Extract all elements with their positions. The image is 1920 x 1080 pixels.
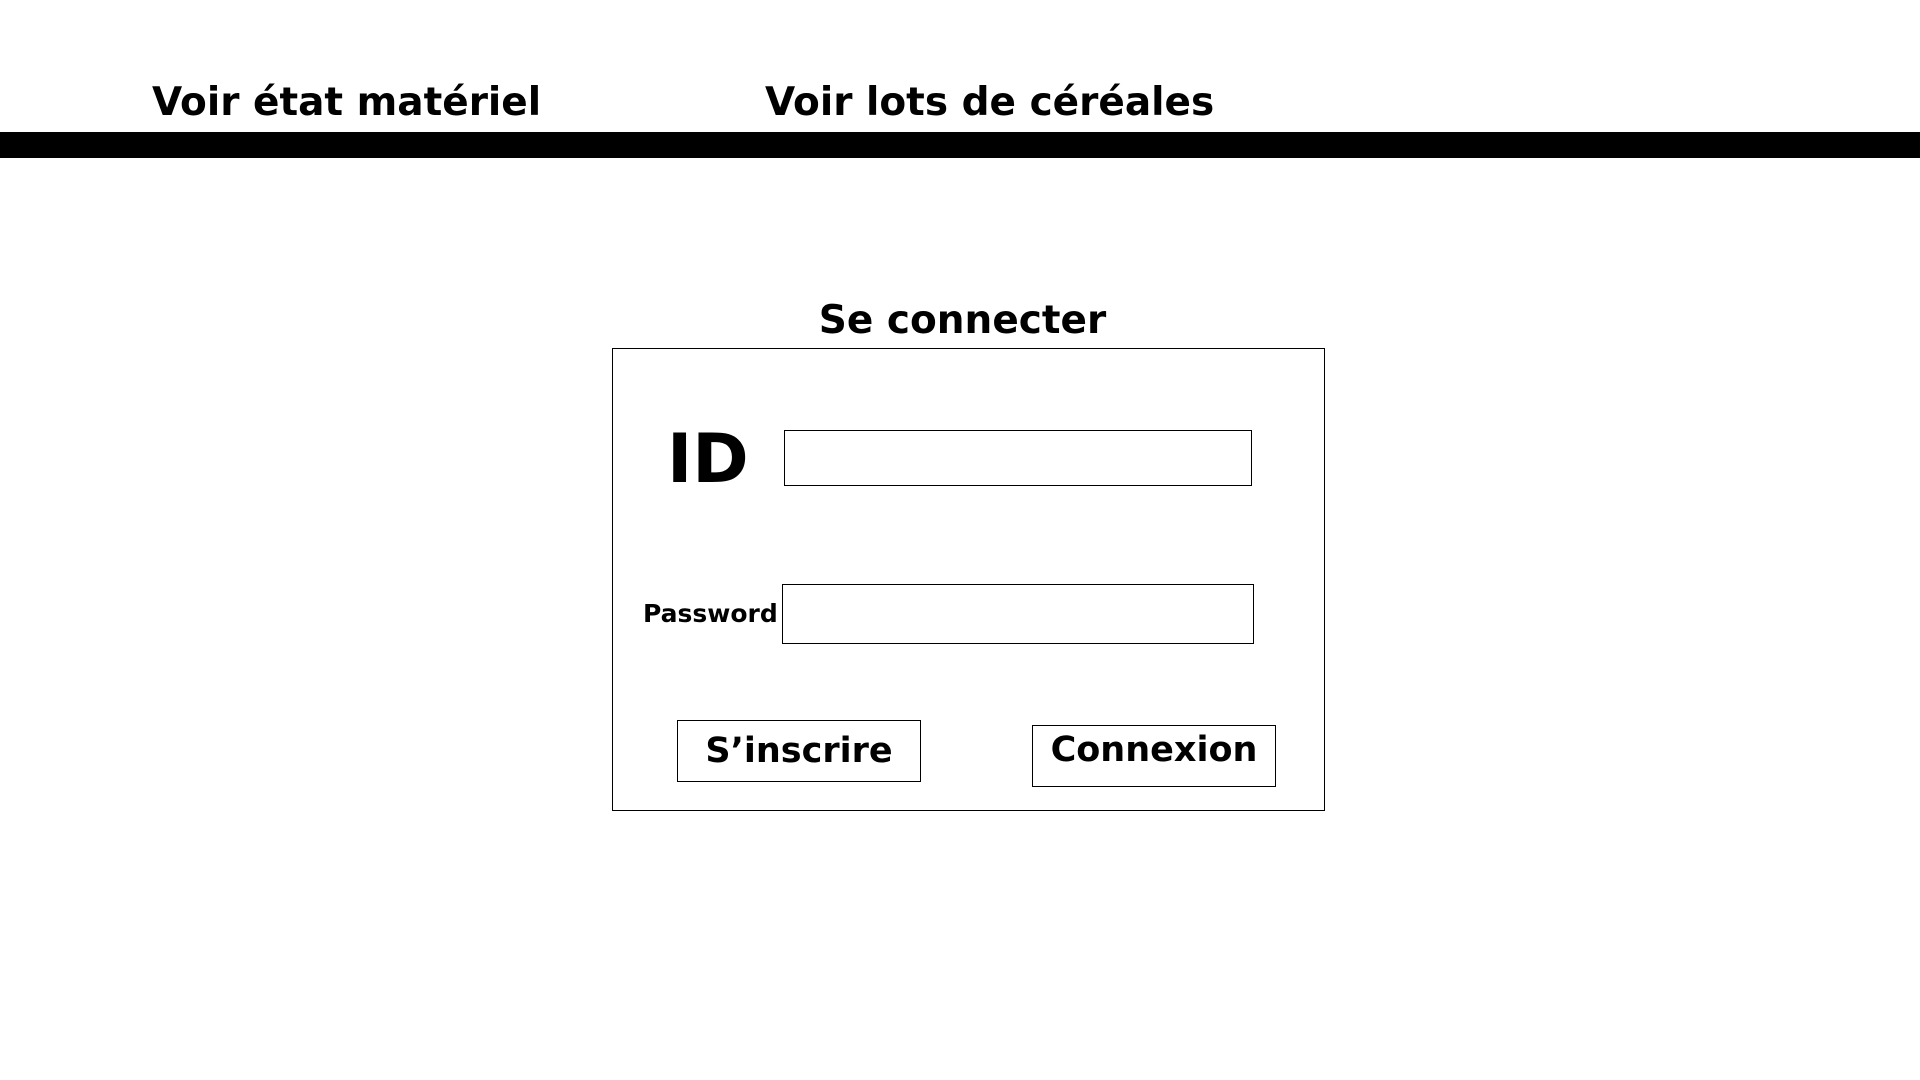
- password-input[interactable]: [782, 584, 1254, 644]
- password-label: Password: [643, 599, 778, 628]
- nav-link-grain-lots[interactable]: Voir lots de céréales: [765, 78, 1214, 128]
- nav-divider-bar: [0, 132, 1920, 158]
- signup-button[interactable]: S’inscrire: [677, 720, 921, 782]
- login-button[interactable]: Connexion: [1032, 725, 1276, 787]
- login-title: Se connecter: [818, 298, 1107, 343]
- id-input[interactable]: [784, 430, 1252, 486]
- id-label: ID: [667, 420, 749, 499]
- nav-link-equipment-status[interactable]: Voir état matériel: [152, 78, 541, 128]
- page: Voir état matériel Voir lots de céréales…: [0, 0, 1920, 1080]
